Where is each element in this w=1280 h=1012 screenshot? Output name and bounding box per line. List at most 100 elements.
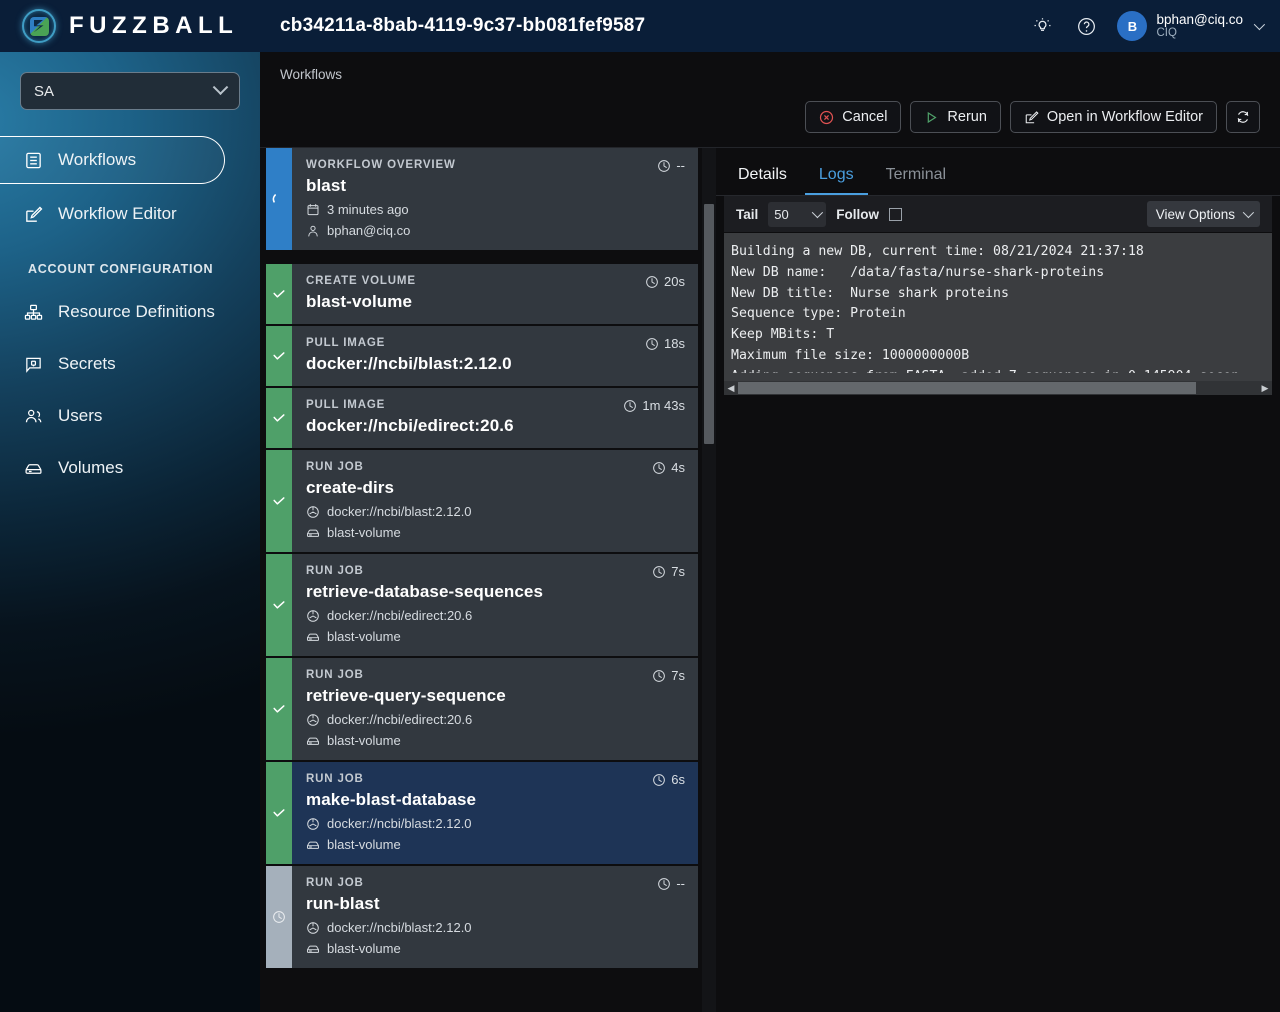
container-icon (306, 921, 320, 935)
chevron-down-icon (812, 206, 824, 219)
container-icon (306, 505, 320, 519)
sidebar-item-label: Volumes (58, 458, 124, 477)
step-meta-row: blast-volume (306, 733, 684, 748)
view-options-button[interactable]: View Options (1146, 201, 1260, 227)
follow-checkbox[interactable] (889, 207, 903, 221)
sidebar-item-label: Workflows (58, 150, 137, 169)
clock-icon (652, 773, 666, 787)
cancel-button[interactable]: Cancel (805, 101, 902, 133)
step-duration-text: 7s (671, 668, 685, 683)
step-title: create-dirs (306, 478, 395, 497)
calendar-icon (306, 203, 320, 217)
step-card-body: RUN JOB make-blast-database docker://ncbi/… (292, 762, 698, 864)
clock-icon (272, 910, 286, 924)
step-kind-label: RUN JOB (306, 877, 364, 889)
step-meta-text: docker://ncbi/edirect:20.6 (327, 608, 473, 623)
workflow-step-card[interactable]: WORKFLOW OVERVIEW blast 3 minutes ago bphan… (266, 148, 698, 250)
step-status-bar (266, 554, 292, 656)
tab-terminal[interactable]: Terminal (872, 158, 960, 195)
step-meta-text: 3 minutes ago (327, 202, 409, 217)
user-email: bphan@ciq.co (1156, 11, 1243, 27)
tail-select-value: 50 (774, 206, 789, 222)
rerun-button[interactable]: Rerun (910, 101, 1001, 133)
workflow-step-card[interactable]: CREATE VOLUME blast-volume 20s (266, 264, 698, 324)
step-meta-row: bphan@ciq.co (306, 223, 684, 238)
workflow-step-card[interactable]: PULL IMAGE docker://ncbi/blast:2.12.0 18s (266, 326, 698, 386)
volume-drive-icon (24, 459, 46, 478)
workflow-step-card[interactable]: RUN JOB retrieve-query-sequence docker://n… (266, 658, 698, 760)
sidebar-item-workflows[interactable]: Workflows (0, 136, 225, 184)
detail-panel: Details Logs Terminal Tail 50 Follow Vie… (716, 148, 1280, 1012)
check-icon (271, 805, 287, 821)
step-meta-row: blast-volume (306, 941, 684, 956)
tail-select[interactable]: 50 (768, 201, 827, 227)
step-list-scrollbar[interactable] (702, 148, 716, 1012)
log-scrollbar-track[interactable] (738, 382, 1258, 394)
refresh-button[interactable] (1226, 101, 1260, 133)
sidebar-item-resource-definitions[interactable]: Resource Definitions (0, 290, 260, 334)
top-bar: cb34211a-8bab-4119-9c37-bb081fef9587 B b… (260, 0, 1280, 52)
step-status-bar (266, 450, 292, 552)
workflow-step-card[interactable]: RUN JOB run-blast docker://ncbi/blast:2.12… (266, 866, 698, 968)
step-card-body: PULL IMAGE docker://ncbi/blast:2.12.0 18s (292, 326, 698, 386)
users-icon (24, 407, 46, 426)
step-meta-row: docker://ncbi/blast:2.12.0 (306, 816, 684, 831)
step-meta-text: blast-volume (327, 837, 401, 852)
step-duration: 18s (645, 336, 685, 351)
scroll-left-arrow-icon[interactable]: ◀ (724, 381, 738, 395)
step-duration: 20s (645, 274, 685, 289)
sidebar: FUZZBALL SA Workflows Workflow Editor AC… (0, 0, 260, 1012)
step-meta-row: 3 minutes ago (306, 202, 684, 217)
step-title: make-blast-database (306, 790, 477, 809)
step-duration: 7s (652, 668, 685, 683)
breadcrumb[interactable]: Workflows (280, 52, 1260, 82)
log-horizontal-scrollbar[interactable]: ◀ ▶ (724, 381, 1272, 395)
sidebar-nav: Workflows Workflow Editor ACCOUNT CONFIG… (0, 136, 260, 490)
app-root: FUZZBALL SA Workflows Workflow Editor AC… (0, 0, 1280, 1012)
workflow-step-list-inner: WORKFLOW OVERVIEW blast 3 minutes ago bphan… (262, 148, 716, 968)
brand-logo[interactable]: FUZZBALL (0, 0, 260, 52)
step-kind-label: CREATE VOLUME (306, 275, 416, 287)
follow-label: Follow (836, 206, 880, 222)
account-select[interactable]: SA (20, 72, 240, 110)
step-card-body: RUN JOB run-blast docker://ncbi/blast:2.12… (292, 866, 698, 968)
step-status-bar (266, 148, 292, 250)
step-list-scrollbar-thumb[interactable] (704, 204, 714, 444)
log-output-box: Building a new DB, current time: 08/21/2… (724, 233, 1272, 395)
sidebar-item-users[interactable]: Users (0, 394, 260, 438)
workflow-step-card[interactable]: RUN JOB create-dirs docker://ncbi/blast:2.… (266, 450, 698, 552)
step-status-bar (266, 264, 292, 324)
tab-details[interactable]: Details (724, 158, 801, 195)
sidebar-item-volumes[interactable]: Volumes (0, 446, 260, 490)
step-duration-text: 4s (671, 460, 685, 475)
step-title: docker://ncbi/blast:2.12.0 (306, 354, 512, 373)
open-in-workflow-editor-button[interactable]: Open in Workflow Editor (1009, 101, 1217, 133)
step-meta-row: docker://ncbi/blast:2.12.0 (306, 504, 684, 519)
cancel-button-label: Cancel (842, 109, 888, 125)
volume-drive-icon (306, 734, 320, 748)
tab-logs[interactable]: Logs (804, 158, 868, 195)
step-duration: 4s (652, 460, 685, 475)
sidebar-item-label: Resource Definitions (58, 302, 215, 321)
scroll-right-arrow-icon[interactable]: ▶ (1258, 381, 1272, 395)
workflow-step-card[interactable]: RUN JOB make-blast-database docker://ncbi/… (266, 762, 698, 864)
sidebar-item-label: Users (58, 406, 103, 425)
account-select-wrap: SA (0, 52, 260, 110)
check-icon (271, 286, 287, 302)
user-menu[interactable]: B bphan@ciq.co CIQ (1117, 11, 1266, 41)
log-scrollbar-thumb[interactable] (738, 382, 1196, 394)
lightbulb-icon[interactable] (1029, 13, 1055, 39)
step-card-body: RUN JOB retrieve-database-sequences docker… (292, 554, 698, 656)
workflow-step-card[interactable]: PULL IMAGE docker://ncbi/edirect:20.6 1m 4… (266, 388, 698, 448)
breadcrumb-action-bar: Workflows Cancel Rerun Open in Workflow … (260, 52, 1280, 148)
sidebar-item-workflow-editor[interactable]: Workflow Editor (0, 192, 260, 236)
page-title: cb34211a-8bab-4119-9c37-bb081fef9587 (280, 15, 646, 36)
spinner-icon (271, 191, 288, 208)
help-circle-icon[interactable] (1073, 13, 1099, 39)
sidebar-item-secrets[interactable]: Secrets (0, 342, 260, 386)
volume-drive-icon (306, 942, 320, 956)
workflow-step-card[interactable]: RUN JOB retrieve-database-sequences docker… (266, 554, 698, 656)
step-meta-text: bphan@ciq.co (327, 223, 411, 238)
sidebar-item-label: Secrets (58, 354, 116, 373)
main-area: cb34211a-8bab-4119-9c37-bb081fef9587 B b… (260, 0, 1280, 1012)
